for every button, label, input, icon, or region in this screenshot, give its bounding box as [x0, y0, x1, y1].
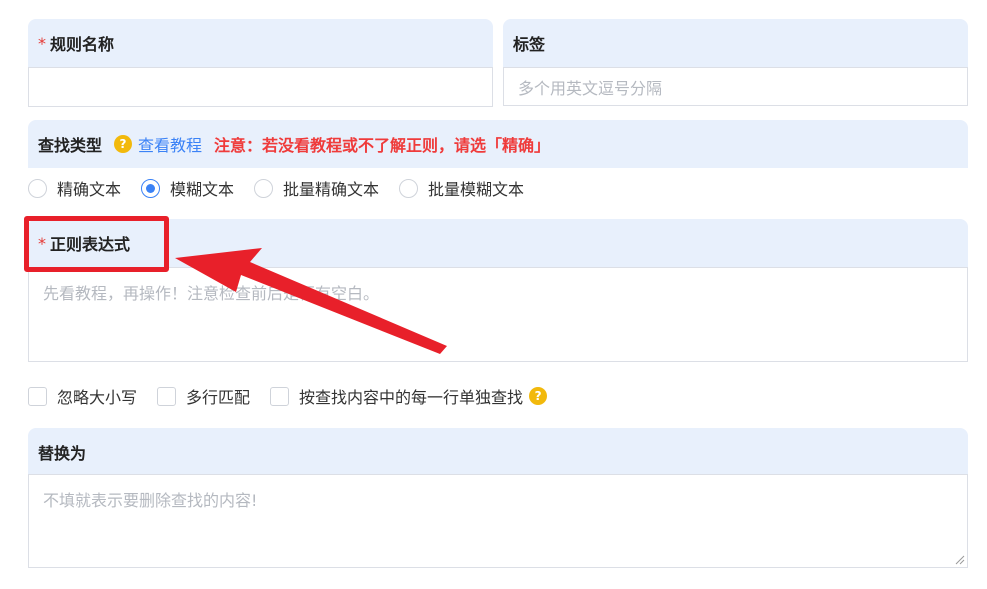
rule-form: * 规则名称 标签 多个用英文逗号分隔 查找类型 ? 查看教程 注意：若没看教程…: [0, 0, 987, 589]
checkbox-multiline[interactable]: 多行匹配: [157, 384, 250, 408]
replace-textarea[interactable]: 不填就表示要删除查找的内容!: [28, 474, 968, 568]
annotation-arrow-shape: [175, 248, 447, 354]
checkbox[interactable]: [157, 386, 177, 406]
resize-grip-icon[interactable]: [955, 555, 965, 565]
checkbox-ignore-case[interactable]: 忽略大小写: [28, 384, 137, 408]
question-circle-icon[interactable]: ?: [529, 387, 548, 405]
replace-header: 替换为: [28, 428, 968, 476]
checkbox-label: 忽略大小写: [57, 388, 138, 407]
replace-section: 替换为: [28, 428, 968, 476]
checkbox[interactable]: [28, 386, 47, 406]
checkbox-label: 多行匹配: [186, 388, 251, 407]
replace-placeholder: 不填就表示要删除查找的内容!: [43, 491, 258, 510]
checkbox-per-line-search[interactable]: 按查找内容中的每一行单独查找: [270, 384, 523, 408]
replace-label: 替换为: [38, 444, 87, 463]
checkbox[interactable]: [270, 386, 290, 406]
checkbox-label: 按查找内容中的每一行单独查找: [299, 388, 524, 407]
flags-checkbox-group: 忽略大小写 多行匹配 按查找内容中的每一行单独查找 ?: [28, 384, 548, 408]
